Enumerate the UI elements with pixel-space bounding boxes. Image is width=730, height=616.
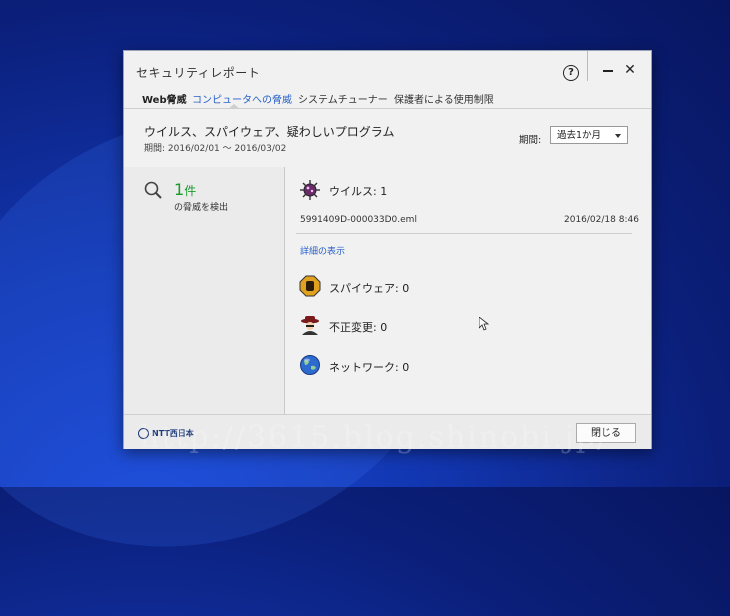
spyware-icon (299, 275, 321, 297)
period-selected-value: 過去1か月 (557, 130, 602, 141)
help-button[interactable]: ? (560, 59, 582, 81)
close-window-button[interactable]: ✕ (619, 59, 641, 81)
title-bar: セキュリティレポート ? ✕ (124, 51, 651, 89)
unauthorized-change-count: 不正変更: 0 (329, 321, 388, 334)
network-count: ネットワーク: 0 (329, 361, 410, 374)
active-tab-caret (228, 104, 240, 109)
panel-divider (284, 167, 285, 414)
security-report-window: セキュリティレポート ? ✕ Web脅威 コンピュータへの脅威 システムチューナ… (123, 50, 652, 449)
threat-count: 1件 (174, 180, 197, 199)
mouse-cursor-icon (479, 317, 489, 331)
tab-divider (124, 108, 651, 109)
network-globe-icon (300, 355, 320, 375)
help-icon: ? (563, 65, 579, 81)
tab-parental-control[interactable]: 保護者による使用制限 (394, 91, 494, 106)
report-title: ウイルス、スパイウェア、疑わしいプログラム (144, 125, 395, 139)
tab-system-tuner[interactable]: システムチューナー (298, 91, 388, 106)
minimize-icon (603, 69, 613, 72)
window-title: セキュリティレポート (136, 66, 261, 80)
virus-detected-time: 2016/02/18 8:46 (564, 215, 639, 225)
virus-row-divider (296, 233, 632, 234)
titlebar-separator (587, 51, 588, 81)
unauthorized-change-icon (301, 316, 319, 335)
tab-web-threats[interactable]: Web脅威 (142, 91, 187, 106)
virus-count: ウイルス: 1 (329, 185, 388, 198)
report-period: 期間: 2016/02/01 ～ 2016/03/02 (144, 144, 287, 154)
chevron-down-icon (615, 134, 621, 138)
virus-icon (300, 180, 320, 200)
threat-count-label: の脅威を検出 (174, 203, 229, 213)
minimize-button[interactable] (597, 59, 619, 81)
close-icon: ✕ (624, 62, 636, 78)
details-link[interactable]: 詳細の表示 (300, 244, 345, 257)
tab-computer-threats[interactable]: コンピュータへの脅威 (192, 91, 292, 106)
spyware-count: スパイウェア: 0 (329, 282, 410, 295)
virus-file-name: 5991409D-000033D0.eml (300, 215, 417, 225)
period-select-label: 期間: (519, 135, 542, 146)
search-icon (144, 181, 162, 199)
watermark-text: http://3615.blog.shinobi.jp/ (140, 420, 610, 455)
period-dropdown[interactable]: 過去1か月 (550, 126, 628, 144)
